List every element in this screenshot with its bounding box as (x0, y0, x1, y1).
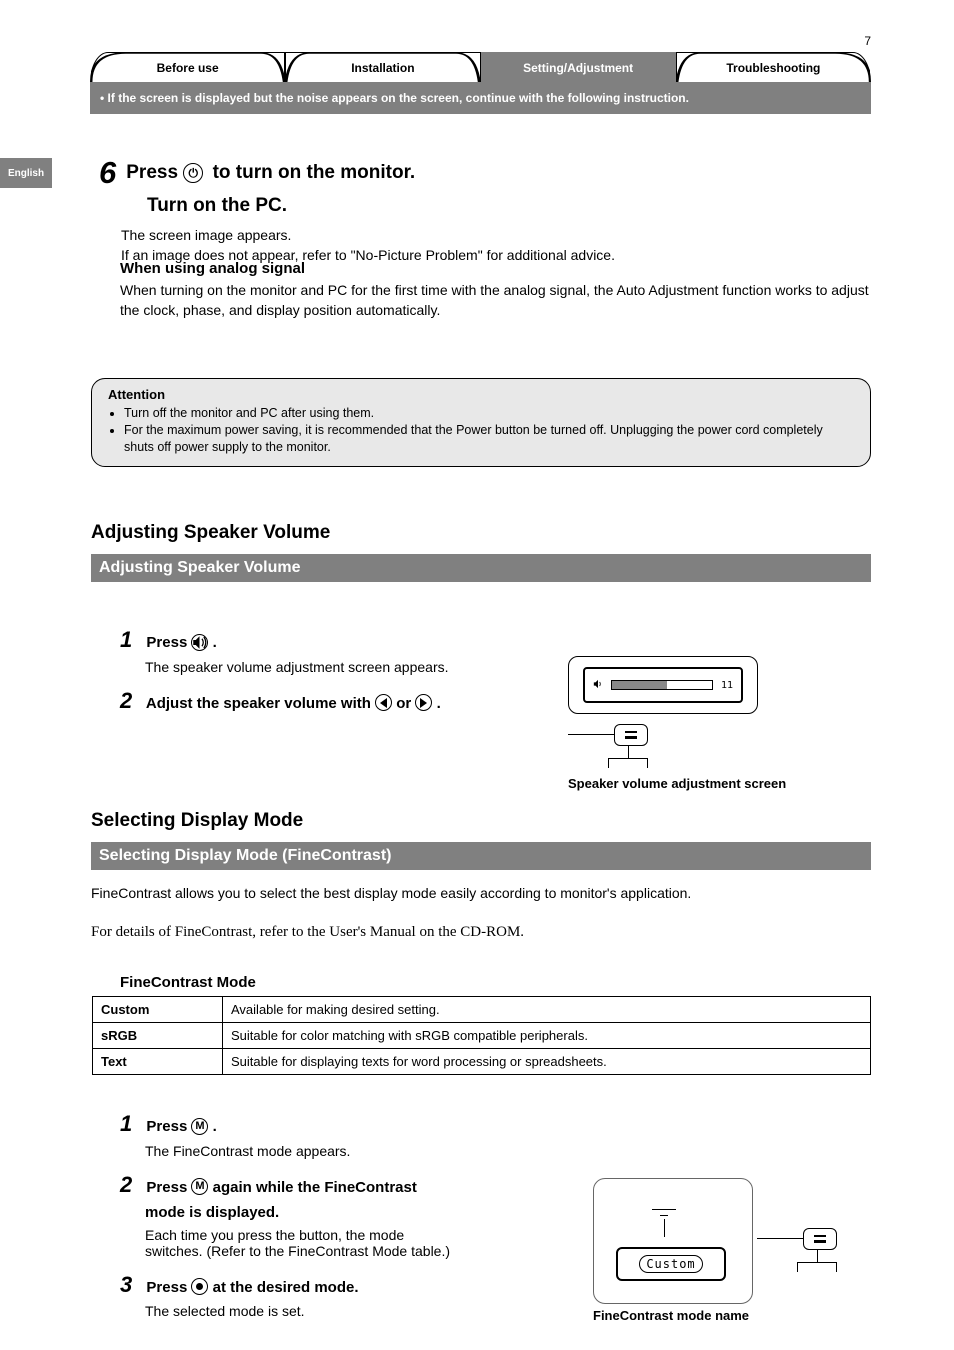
step-number: 6 (99, 155, 116, 191)
osd-screen: Custom (593, 1178, 753, 1304)
volume-value: 11 (721, 680, 733, 691)
osd-volume-diagram: 11 Speaker volume adjustment screen (568, 656, 838, 791)
mode-desc: Available for making desired setting. (223, 997, 871, 1023)
mode-table-title: FineContrast Mode (120, 974, 256, 991)
mode-icon: M (191, 1118, 208, 1135)
tab-installation: Installation (285, 52, 480, 82)
attention-item: For the maximum power saving, it is reco… (124, 422, 854, 456)
tab-label: Setting/Adjustment (523, 61, 633, 75)
attention-box: Attention Turn off the monitor and PC af… (91, 378, 871, 467)
text: Press (146, 1118, 191, 1135)
osd-finecontrast-diagram: Custom FineContrast mode name (593, 1178, 843, 1323)
page-number: 7 (864, 34, 871, 48)
step-6: 6 Press ⏻ to turn on the monitor. Turn o… (91, 155, 871, 263)
section-title-speaker: Adjusting Speaker Volume (91, 522, 871, 544)
osd-screen: 11 (568, 656, 758, 714)
fc-step-1: 1 Press M . (120, 1110, 560, 1139)
mode-name: sRGB (93, 1023, 223, 1049)
finecontrast-intro: FineContrast allows you to select the be… (91, 884, 871, 904)
analog-signal-block: When using analog signal When turning on… (120, 260, 871, 320)
attention-item: Turn off the monitor and PC after using … (124, 405, 854, 422)
fc-step-3-body: The selected mode is set. (145, 1303, 560, 1319)
analog-body: When turning on the monitor and PC for t… (120, 281, 871, 320)
finecontrast-mode-table: Custom Available for making desired sett… (92, 996, 871, 1075)
table-row: sRGB Suitable for color matching with sR… (93, 1023, 871, 1049)
enter-icon (191, 1278, 208, 1295)
text: Press (126, 162, 183, 183)
fc-step-1-body: The FineContrast mode appears. (145, 1143, 560, 1159)
section-bar-display-mode: Selecting Display Mode (FineContrast) (91, 842, 871, 870)
speaker-step-1-body: The speaker volume adjustment screen app… (145, 659, 550, 675)
table-row: Custom Available for making desired sett… (93, 997, 871, 1023)
text: switches. (Refer to the FineContrast Mod… (145, 1243, 450, 1259)
button-callout (757, 1178, 837, 1304)
language-tab: English (0, 158, 52, 188)
tab-label: Troubleshooting (726, 61, 820, 75)
text: or (396, 695, 415, 712)
speaker-step-2: 2 Adjust the speaker volume with or . (120, 687, 550, 716)
menu-button-icon (803, 1228, 837, 1250)
mode-name: Text (93, 1049, 223, 1075)
left-arrow-icon (375, 694, 392, 711)
button-callout (568, 714, 648, 772)
text: at the desired mode. (213, 1279, 359, 1296)
attention-title: Attention (108, 387, 854, 402)
current-mode-name: Custom (639, 1255, 702, 1273)
volume-icon (191, 634, 208, 651)
osd-fc-label: FineContrast mode name (593, 1308, 843, 1323)
mode-desc: Suitable for displaying texts for word p… (223, 1049, 871, 1075)
fc-step-2-body: Each time you press the button, the mode… (145, 1227, 560, 1259)
text: Press (146, 1279, 191, 1296)
finecontrast-steps: 1 Press M . The FineContrast mode appear… (120, 1110, 560, 1331)
text: again while the FineContrast (213, 1179, 417, 1196)
tab-setting-adjustment: Setting/Adjustment (481, 52, 676, 82)
step-number: 1 (120, 627, 132, 652)
header-note: • If the screen is displayed but the noi… (90, 82, 871, 114)
step-number: 2 (120, 688, 132, 713)
tab-row: Before use Installation Setting/Adjustme… (90, 52, 871, 82)
text: Each time you press the button, the mode (145, 1227, 404, 1243)
tab-before-use: Before use (90, 52, 285, 82)
text: Press (146, 634, 191, 651)
text: . (213, 634, 217, 651)
table-row: Text Suitable for displaying texts for w… (93, 1049, 871, 1075)
osd-volume-label: Speaker volume adjustment screen (568, 776, 838, 791)
analog-heading: When using analog signal (120, 260, 871, 277)
substep-turn-on-pc: Turn on the PC. (147, 195, 871, 217)
fc-step-3: 3 Press at the desired mode. (120, 1271, 560, 1300)
text: . (213, 1118, 217, 1135)
right-arrow-icon (415, 694, 432, 711)
mode-name: Custom (93, 997, 223, 1023)
screen-appears: The screen image appears. (121, 227, 871, 243)
tab-label: Installation (351, 61, 414, 75)
step-6-text: Press ⏻ to turn on the monitor. (126, 162, 415, 184)
volume-slider (611, 680, 713, 690)
tab-label: Before use (157, 61, 219, 75)
step-number: 3 (120, 1272, 132, 1297)
power-icon: ⏻ (183, 163, 203, 183)
finecontrast-intro-2: For details of FineContrast, refer to th… (91, 924, 524, 941)
speaker-step-1: 1 Press . (120, 626, 550, 655)
mode-icon: M (191, 1178, 208, 1195)
menu-button-icon (614, 724, 648, 746)
text: Adjust the speaker volume with (146, 695, 375, 712)
section-bar-speaker: Adjusting Speaker Volume (91, 554, 871, 582)
fc-step-2-line2: mode is displayed. (145, 1203, 560, 1223)
speaker-steps: 1 Press . The speaker volume adjustment … (120, 626, 550, 719)
fc-step-2: 2 Press M again while the FineContrast (120, 1171, 560, 1200)
step-number: 1 (120, 1111, 132, 1136)
header: Before use Installation Setting/Adjustme… (90, 52, 871, 114)
section-title-display-mode: Selecting Display Mode (91, 810, 871, 832)
step-number: 2 (120, 1172, 132, 1197)
text: . (437, 695, 441, 712)
tab-troubleshooting: Troubleshooting (676, 52, 871, 82)
speaker-icon (593, 676, 603, 694)
text: to turn on the monitor. (213, 162, 416, 184)
mode-desc: Suitable for color matching with sRGB co… (223, 1023, 871, 1049)
text: Press (146, 1179, 191, 1196)
